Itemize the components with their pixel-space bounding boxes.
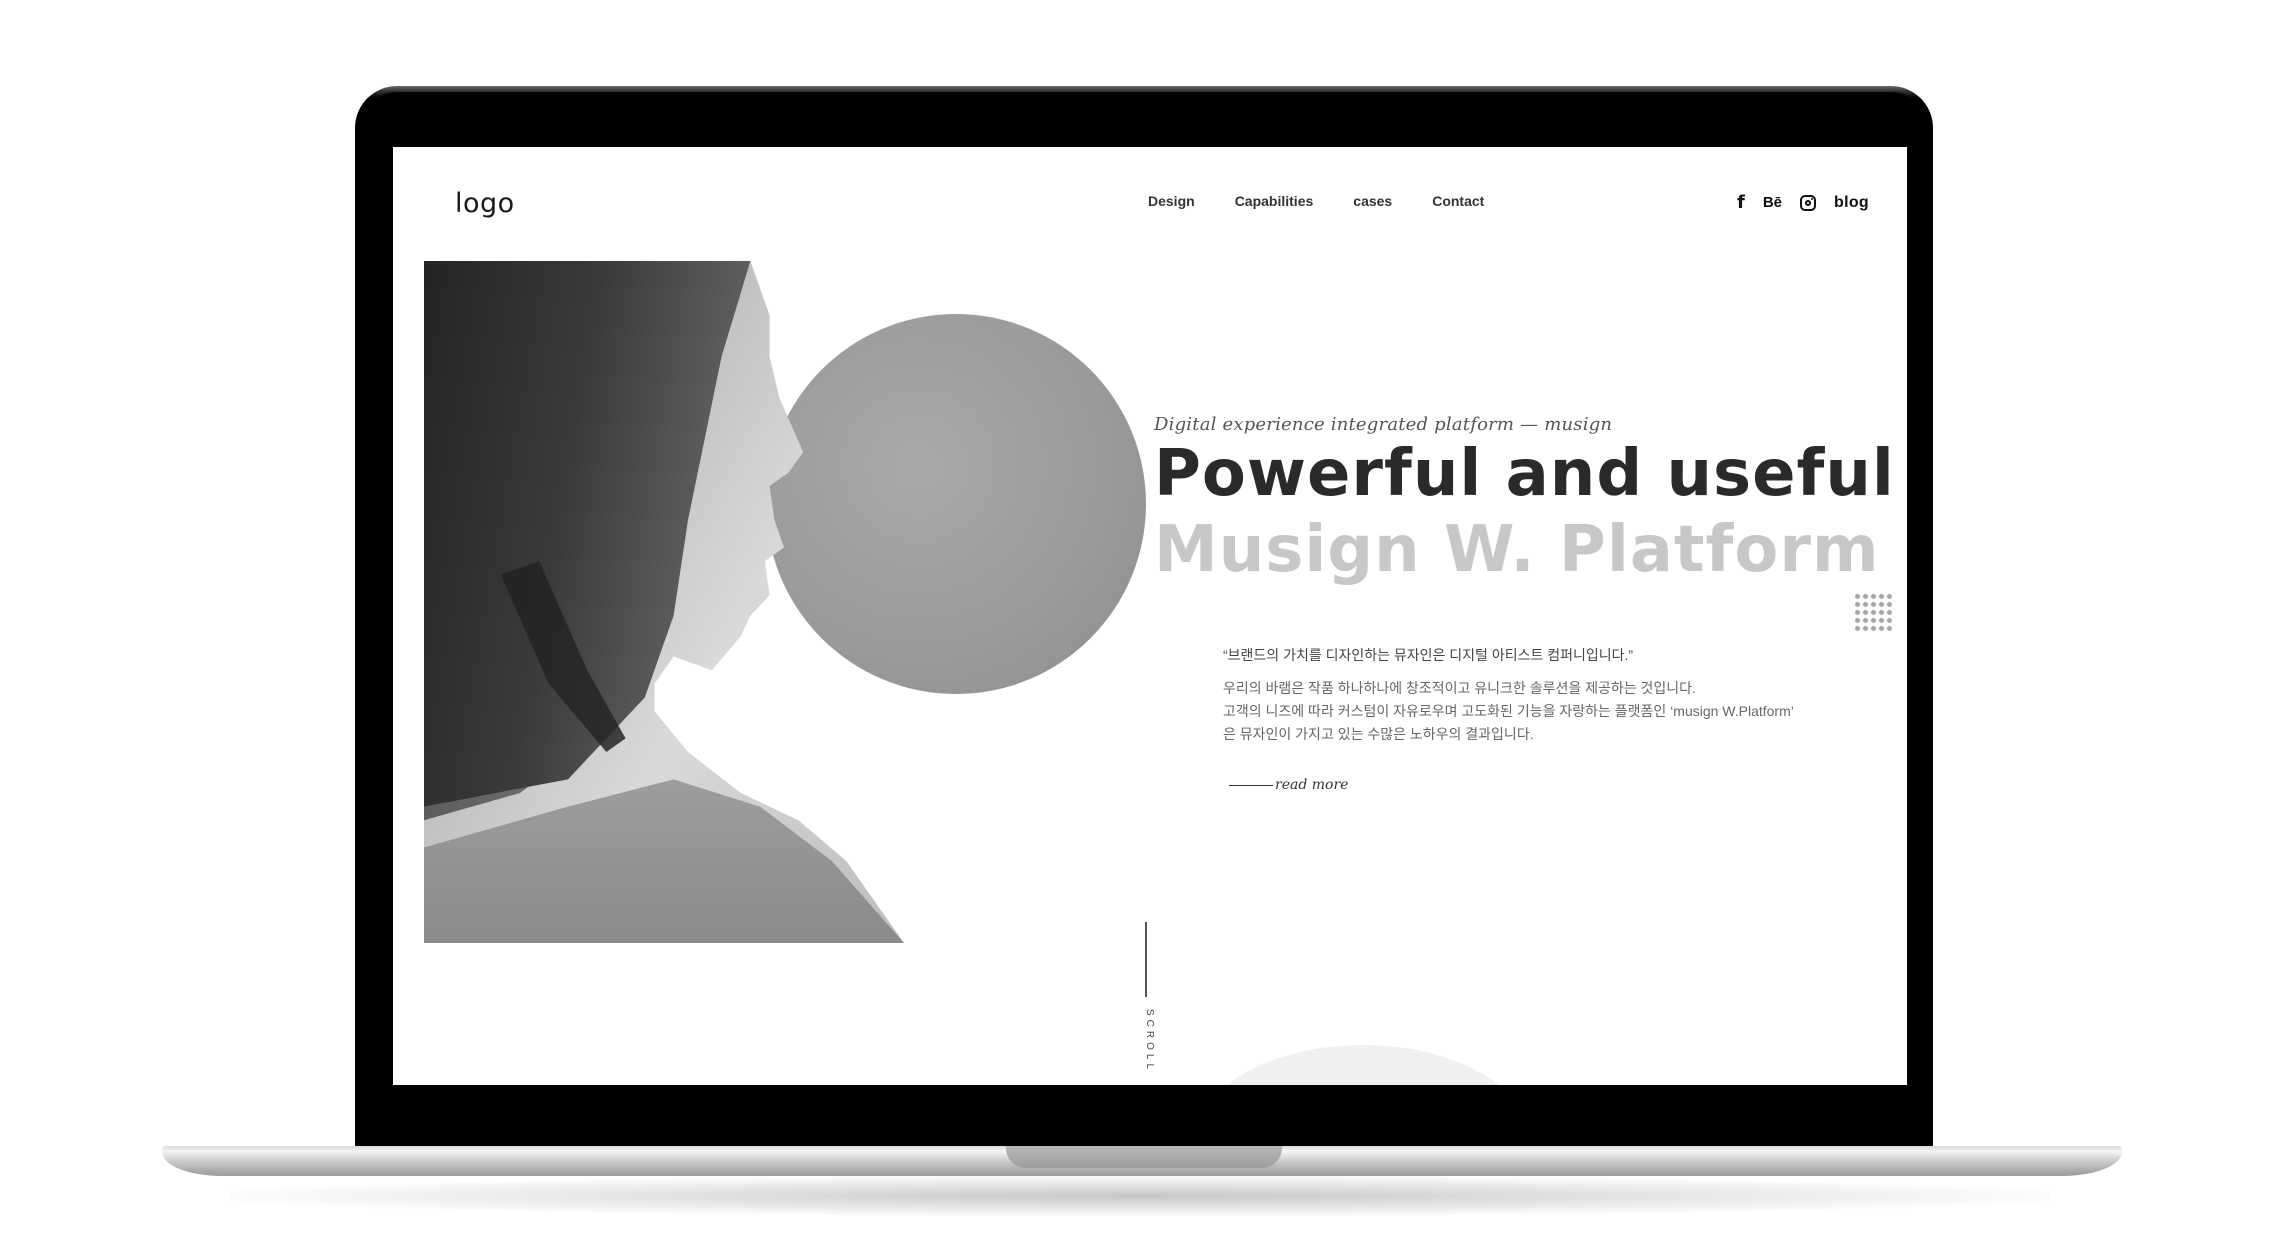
laptop-shadow [230,1176,2050,1216]
facebook-icon[interactable]: f [1737,192,1745,213]
site-logo[interactable]: logo [455,188,515,219]
hero-portrait-image [424,261,904,943]
scroll-label[interactable]: SCROLL [1135,1009,1155,1073]
hero-title-line2: Musign W. Platform [1154,513,1880,587]
decorative-dot-grid [1855,594,1892,631]
website-screen: logo Design Capabilities cases Contact f… [393,147,1907,1085]
next-section-arc [1193,1045,1533,1085]
nav-item-capabilities[interactable]: Capabilities [1235,193,1314,209]
hero-title-line1: Powerful and useful [1154,437,1895,511]
laptop-notch [1006,1146,1282,1168]
main-nav: Design Capabilities cases Contact [1148,193,1484,209]
read-more-label: read more [1275,777,1349,793]
nav-item-cases[interactable]: cases [1353,193,1392,209]
behance-icon[interactable]: Bē [1763,194,1782,211]
hero-quote: “브랜드의 가치를 디자인하는 뮤자인은 디지털 아티스트 컴퍼니입니다.” [1223,647,1634,663]
scroll-indicator-line [1145,922,1147,997]
description-line: 은 뮤자인이 가지고 있는 수많은 노하우의 결과입니다. [1223,726,1534,742]
instagram-icon[interactable] [1800,194,1817,211]
blog-link[interactable]: blog [1834,194,1869,212]
nav-item-contact[interactable]: Contact [1432,193,1484,209]
read-more-line [1229,784,1273,786]
social-links: f Bē blog [1737,192,1869,213]
hero-description: 우리의 바램은 작품 하나하나에 창조적이고 유니크한 솔루션을 제공하는 것입… [1223,677,1843,746]
hero-tagline: Digital experience integrated platform —… [1154,414,1613,435]
description-line: 우리의 바램은 작품 하나하나에 창조적이고 유니크한 솔루션을 제공하는 것입… [1223,680,1696,696]
nav-item-design[interactable]: Design [1148,193,1195,209]
description-line: 고객의 니즈에 따라 커스텀이 자유로우며 고도화된 기능을 자랑하는 플랫폼인… [1223,703,1794,719]
read-more-link[interactable]: read more [1229,777,1348,793]
